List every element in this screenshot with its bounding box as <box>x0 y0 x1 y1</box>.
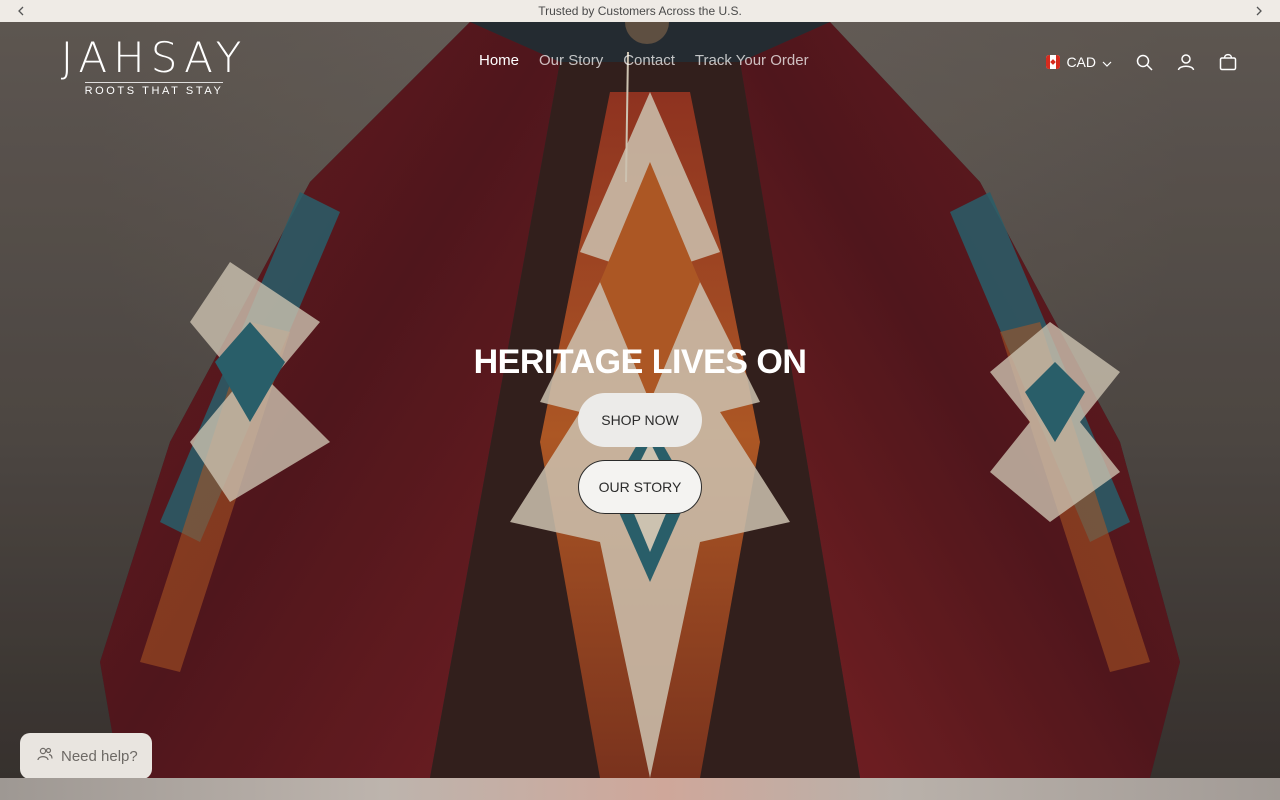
cart-icon[interactable] <box>1218 52 1238 72</box>
announcement-text: Trusted by Customers Across the U.S. <box>538 4 742 18</box>
canada-flag-icon <box>1046 55 1061 69</box>
next-section-preview <box>0 778 1280 800</box>
our-story-button[interactable]: OUR STORY <box>578 460 702 514</box>
nav-contact[interactable]: Contact <box>623 52 675 69</box>
main-nav: Home Our Story Contact Track Your Order <box>479 52 809 69</box>
header-tools: CAD <box>1046 52 1238 72</box>
currency-label: CAD <box>1066 54 1096 70</box>
site-header: JAHSAY ROOTS THAT STAY Home Our Story Co… <box>0 22 1280 102</box>
people-icon <box>37 747 53 765</box>
shop-now-button[interactable]: SHOP NOW <box>578 393 702 447</box>
logo-tagline: ROOTS THAT STAY <box>84 82 224 97</box>
nav-track-order[interactable]: Track Your Order <box>695 52 809 69</box>
nav-our-story[interactable]: Our Story <box>539 52 603 69</box>
chevron-left-icon[interactable] <box>10 0 32 22</box>
search-icon[interactable] <box>1134 52 1154 72</box>
help-label: Need help? <box>61 747 138 765</box>
currency-selector[interactable]: CAD <box>1046 54 1112 70</box>
help-chat-button[interactable]: Need help? <box>20 733 152 779</box>
brand-logo[interactable]: JAHSAY ROOTS THAT STAY <box>44 36 264 99</box>
hero-title: HERITAGE LIVES ON <box>473 343 807 381</box>
nav-home[interactable]: Home <box>479 52 519 69</box>
chevron-down-icon <box>1102 54 1112 70</box>
chevron-right-icon[interactable] <box>1248 0 1270 22</box>
account-icon[interactable] <box>1176 52 1196 72</box>
announcement-bar: Trusted by Customers Across the U.S. <box>0 0 1280 22</box>
logo-name: JAHSAY <box>60 33 248 82</box>
